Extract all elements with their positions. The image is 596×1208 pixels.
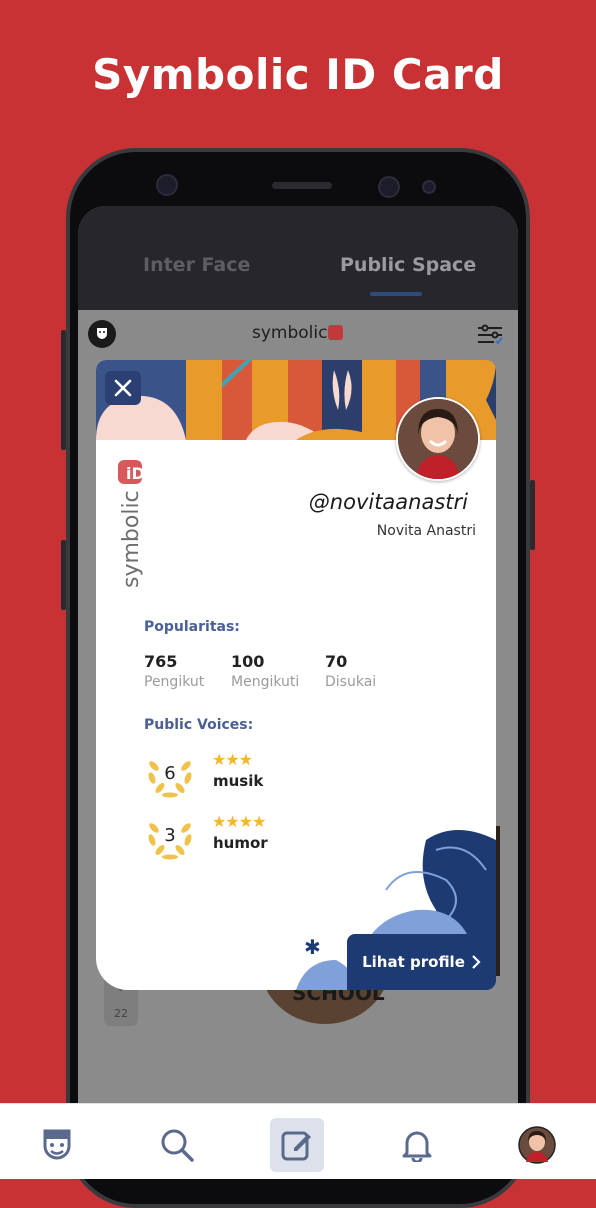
phone-sensor-small <box>422 180 436 194</box>
popularity-heading: Popularitas: <box>144 619 240 635</box>
stat-likes[interactable]: 70 Disukai <box>325 652 376 690</box>
stat-value: 70 <box>325 652 348 671</box>
vote-count: 22 <box>114 1007 128 1020</box>
phone-speaker <box>272 182 332 189</box>
app-bar: symbolic <box>78 310 518 358</box>
symbolic-vertical-logo: iD symbolic <box>118 460 145 588</box>
app-logo-icon[interactable] <box>88 320 116 348</box>
avatar[interactable] <box>396 397 480 481</box>
stat-value: 765 <box>144 652 178 671</box>
avatar <box>518 1126 556 1164</box>
phone-side-button <box>61 540 66 610</box>
close-button[interactable] <box>105 371 141 405</box>
voice-rank: 6 <box>164 763 176 784</box>
stat-label: Disukai <box>325 674 377 690</box>
nav-profile[interactable] <box>510 1118 564 1172</box>
view-profile-label: Lihat profile <box>362 953 465 971</box>
nav-notifications[interactable] <box>390 1118 444 1172</box>
svg-text:✱: ✱ <box>304 935 321 959</box>
laurel-icon: 6 <box>144 748 196 800</box>
star-rating: ★★★ <box>212 750 253 769</box>
stat-value: 100 <box>231 652 265 671</box>
svg-text:iD: iD <box>126 464 145 483</box>
svg-text:symbolic: symbolic <box>119 490 144 588</box>
bottom-navigation <box>0 1103 596 1179</box>
bell-icon <box>402 1131 432 1162</box>
voice-topic: humor <box>213 834 268 852</box>
full-name: Novita Anastri <box>376 523 476 539</box>
search-icon <box>161 1129 194 1162</box>
phone-power-button <box>530 480 535 550</box>
active-tab-indicator <box>370 292 422 296</box>
symbolic-face-icon <box>43 1129 71 1160</box>
id-card-popup: iD symbolic @novitaanastri Novita Anastr… <box>96 360 496 990</box>
phone-front-camera <box>156 174 178 196</box>
username-handle: @novitaanastri <box>308 490 468 514</box>
voice-topic: musik <box>213 772 264 790</box>
star-rating: ★★★★ <box>212 812 266 831</box>
tab-public-space[interactable]: Public Space <box>340 254 476 276</box>
nav-home[interactable] <box>30 1118 84 1172</box>
voice-rank: 3 <box>164 825 176 846</box>
close-icon <box>114 379 132 397</box>
voice-item-musik[interactable]: 6 ★★★ musik <box>144 748 404 800</box>
nav-search[interactable] <box>150 1118 204 1172</box>
stat-label: Pengikut <box>144 674 205 690</box>
tab-inter-face[interactable]: Inter Face <box>143 254 250 276</box>
phone-sensor <box>378 176 400 198</box>
public-voices-heading: Public Voices: <box>144 717 254 733</box>
view-profile-button[interactable]: Lihat profile <box>347 934 496 990</box>
stat-following[interactable]: 100 Mengikuti <box>231 652 299 690</box>
nav-create[interactable] <box>270 1118 324 1172</box>
brand-wordmark: symbolic <box>252 323 344 343</box>
filter-icon[interactable] <box>476 324 504 350</box>
stat-label: Mengikuti <box>231 674 300 690</box>
headline: Symbolic ID Card <box>92 50 504 99</box>
laurel-icon: 3 <box>144 810 196 862</box>
phone-side-button <box>61 330 66 450</box>
stat-followers[interactable]: 765 Pengikut <box>144 652 204 690</box>
edit-icon <box>281 1131 311 1161</box>
tab-bar: Inter Face Public Space <box>78 206 518 310</box>
chevron-right-icon <box>472 955 481 969</box>
